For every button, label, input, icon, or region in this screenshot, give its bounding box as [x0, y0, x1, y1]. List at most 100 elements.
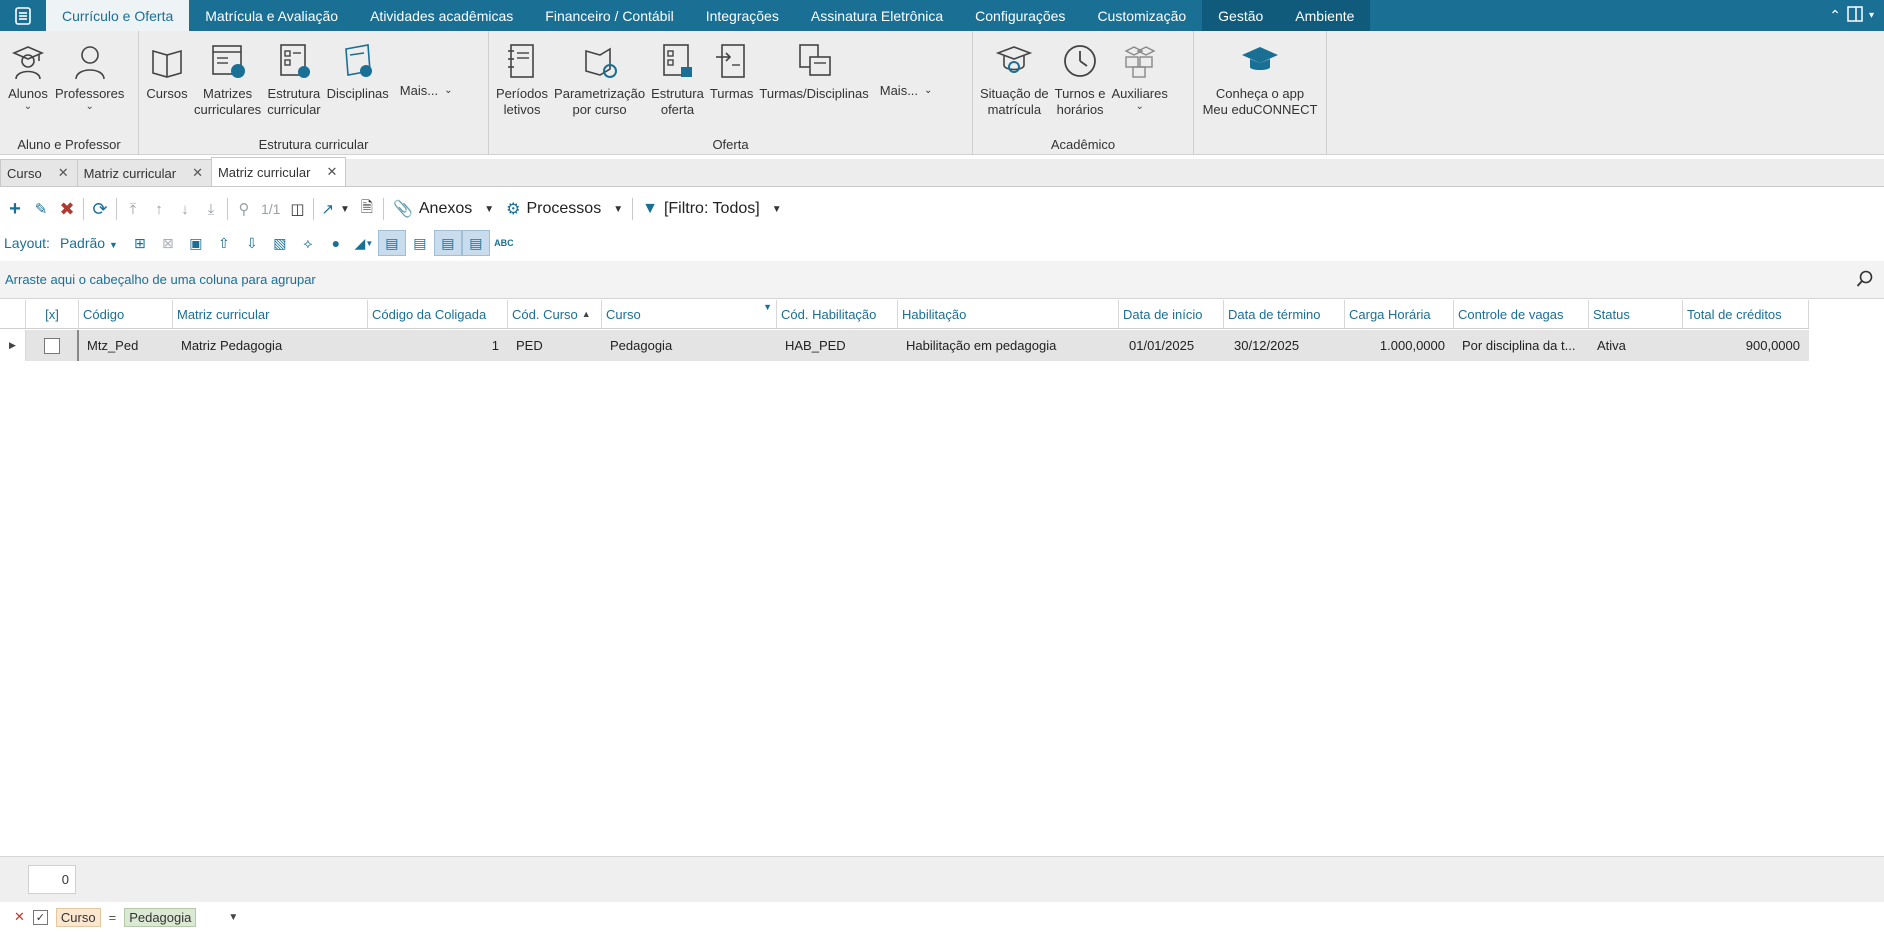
- professores-button[interactable]: Professores ⌄: [52, 41, 127, 112]
- clear-filter-icon[interactable]: ✕: [14, 909, 25, 925]
- spellcheck-icon[interactable]: ABC: [490, 230, 518, 256]
- col-header-select[interactable]: [x]: [26, 300, 79, 328]
- filter-enabled-checkbox[interactable]: ✓: [32, 909, 48, 925]
- periodos-letivos-button[interactable]: Períodos letivos: [493, 41, 551, 118]
- tab-matricula-avaliacao[interactable]: Matrícula e Avaliação: [189, 0, 354, 31]
- color-icon[interactable]: ●: [322, 230, 350, 256]
- matrizes-curriculares-button[interactable]: Matrizes curriculares: [191, 41, 264, 118]
- table-row[interactable]: ▶ Mtz_Ped Matriz Pedagogia 1 PED Pedagog…: [0, 330, 1809, 361]
- col-header-cod-curso[interactable]: Cód. Curso ▲: [508, 300, 602, 328]
- group-drop-area[interactable]: Arraste aqui o cabeçalho de uma coluna p…: [0, 261, 1884, 299]
- col-header-controle-vagas[interactable]: Controle de vagas: [1454, 300, 1589, 328]
- mais-oferta-button[interactable]: Mais... ⌄: [872, 41, 941, 98]
- col-header-curso[interactable]: Curso ▼: [602, 300, 777, 328]
- chevron-down-icon[interactable]: ▾: [1869, 10, 1874, 21]
- filter-button[interactable]: ▼ [Filtro: Todos] ▼: [636, 196, 788, 222]
- close-icon[interactable]: ✕: [326, 164, 337, 180]
- parametrizacao-button[interactable]: Parametrização por curso: [551, 41, 648, 118]
- auxiliares-button[interactable]: Auxiliares ⌄: [1109, 41, 1171, 112]
- row-expander[interactable]: ▶: [0, 330, 26, 361]
- report-icon[interactable]: 🗎: [354, 196, 380, 222]
- search-icon[interactable]: [1856, 270, 1874, 291]
- turmas-disciplinas-button[interactable]: Turmas/Disciplinas: [756, 41, 871, 102]
- filter-field[interactable]: Curso: [55, 907, 101, 927]
- situacao-matricula-button[interactable]: Situação de matrícula: [977, 41, 1052, 118]
- group-label: Estrutura curricular: [258, 137, 369, 152]
- col-header-matriz[interactable]: Matriz curricular: [173, 300, 368, 328]
- app-menu-icon[interactable]: [0, 0, 46, 31]
- columns-icon[interactable]: ◫: [284, 196, 310, 222]
- meu-educonnect-button[interactable]: Conheça o app Meu eduCONNECT: [1200, 41, 1321, 118]
- pin-icon[interactable]: ⟡: [294, 230, 322, 256]
- tab-customizacao[interactable]: Customização: [1081, 0, 1202, 31]
- filter-icon[interactable]: ▼: [763, 302, 772, 312]
- disciplinas-button[interactable]: Disciplinas: [324, 41, 392, 102]
- group-panel-toggle-icon[interactable]: ▤: [461, 230, 490, 256]
- refresh-icon[interactable]: ⟳: [87, 196, 113, 222]
- ribbon-group-app: Conheça o app Meu eduCONNECT: [1194, 31, 1327, 155]
- doc-tab-matriz-1[interactable]: Matriz curricular ✕: [76, 159, 212, 186]
- last-record-icon[interactable]: ⤓: [198, 196, 224, 222]
- col-header-data-inicio[interactable]: Data de início: [1119, 300, 1224, 328]
- header-toggle-icon[interactable]: ▤: [433, 230, 462, 256]
- tab-configuracoes[interactable]: Configurações: [959, 0, 1081, 31]
- remove-layout-icon[interactable]: ⊠: [154, 230, 182, 256]
- export-icon[interactable]: ↗ ▼: [317, 196, 353, 222]
- col-header-cod-habilitacao[interactable]: Cód. Habilitação: [777, 300, 898, 328]
- cell-cod-habilitacao: HAB_PED: [777, 330, 898, 361]
- tab-ambiente[interactable]: Ambiente: [1279, 0, 1371, 31]
- processos-button[interactable]: ⚙ Processos ▼: [500, 196, 629, 222]
- col-header-codigo[interactable]: Código: [79, 300, 173, 328]
- panel-layout-icon[interactable]: [1847, 6, 1863, 25]
- format-painter-icon[interactable]: ▧: [266, 230, 294, 256]
- tab-curriculo-oferta[interactable]: Currículo e Oferta: [46, 0, 190, 31]
- grid-lines-icon[interactable]: ▤: [406, 230, 434, 256]
- filter-value[interactable]: Pedagogia: [124, 907, 197, 927]
- alunos-button[interactable]: Alunos ⌄: [4, 41, 52, 112]
- structure-lock-icon: [657, 41, 697, 81]
- close-icon[interactable]: ✕: [58, 165, 69, 181]
- estrutura-curricular-button[interactable]: Estrutura curricular: [264, 41, 323, 118]
- col-header-status[interactable]: Status: [1589, 300, 1683, 328]
- tab-assinatura-eletronica[interactable]: Assinatura Eletrônica: [795, 0, 959, 31]
- footer-toggle-icon[interactable]: ▤: [377, 230, 406, 256]
- filter-operator[interactable]: =: [109, 910, 117, 925]
- col-header-data-termino[interactable]: Data de término: [1224, 300, 1345, 328]
- turmas-button[interactable]: Turmas: [707, 41, 757, 102]
- doc-tab-curso[interactable]: Curso ✕: [0, 159, 78, 186]
- tab-gestao[interactable]: Gestão: [1202, 0, 1280, 31]
- estrutura-oferta-button[interactable]: Estrutura oferta: [648, 41, 707, 118]
- add-icon[interactable]: +: [2, 196, 28, 222]
- import-layout-icon[interactable]: ⇧: [210, 230, 238, 256]
- collapse-ribbon-icon[interactable]: ⌃: [1829, 7, 1841, 24]
- add-layout-icon[interactable]: ⊞: [126, 230, 154, 256]
- chart-icon[interactable]: ◢ ▼: [350, 230, 378, 256]
- col-header-coligada[interactable]: Código da Coligada: [368, 300, 508, 328]
- export-layout-icon[interactable]: ⇩: [238, 230, 266, 256]
- col-header-total-creditos[interactable]: Total de créditos: [1683, 300, 1809, 328]
- delete-icon[interactable]: ✖: [54, 196, 80, 222]
- col-header-carga-horaria[interactable]: Carga Horária: [1345, 300, 1454, 328]
- turnos-horarios-button[interactable]: Turnos e horários: [1052, 41, 1109, 118]
- first-record-icon[interactable]: ⤒: [120, 196, 146, 222]
- tab-financeiro-contabil[interactable]: Financeiro / Contábil: [529, 0, 689, 31]
- matrix-icon: [208, 41, 248, 81]
- tab-integracoes[interactable]: Integrações: [690, 0, 795, 31]
- chevron-down-icon[interactable]: ▼: [228, 912, 238, 923]
- tab-atividades-academicas[interactable]: Atividades acadêmicas: [354, 0, 529, 31]
- previous-record-icon[interactable]: ↑: [146, 196, 172, 222]
- matrizes-label: Matrizes curriculares: [194, 86, 262, 117]
- doc-tab-matriz-2[interactable]: Matriz curricular ✕: [210, 157, 347, 186]
- row-select-cell[interactable]: [26, 330, 79, 361]
- col-header-habilitacao[interactable]: Habilitação: [898, 300, 1119, 328]
- edit-icon[interactable]: ✎: [28, 196, 54, 222]
- mais-estrutura-button[interactable]: Mais... ⌄: [392, 41, 461, 98]
- next-record-icon[interactable]: ↓: [172, 196, 198, 222]
- layout-select[interactable]: Padrão ▼: [60, 235, 118, 251]
- anexos-button[interactable]: 📎 Anexos ▼: [387, 196, 500, 222]
- row-checkbox[interactable]: [43, 337, 60, 354]
- search-icon[interactable]: ⚲: [231, 196, 257, 222]
- close-icon[interactable]: ✕: [192, 165, 203, 181]
- save-layout-icon[interactable]: ▣: [182, 230, 210, 256]
- cursos-button[interactable]: Cursos: [143, 41, 191, 102]
